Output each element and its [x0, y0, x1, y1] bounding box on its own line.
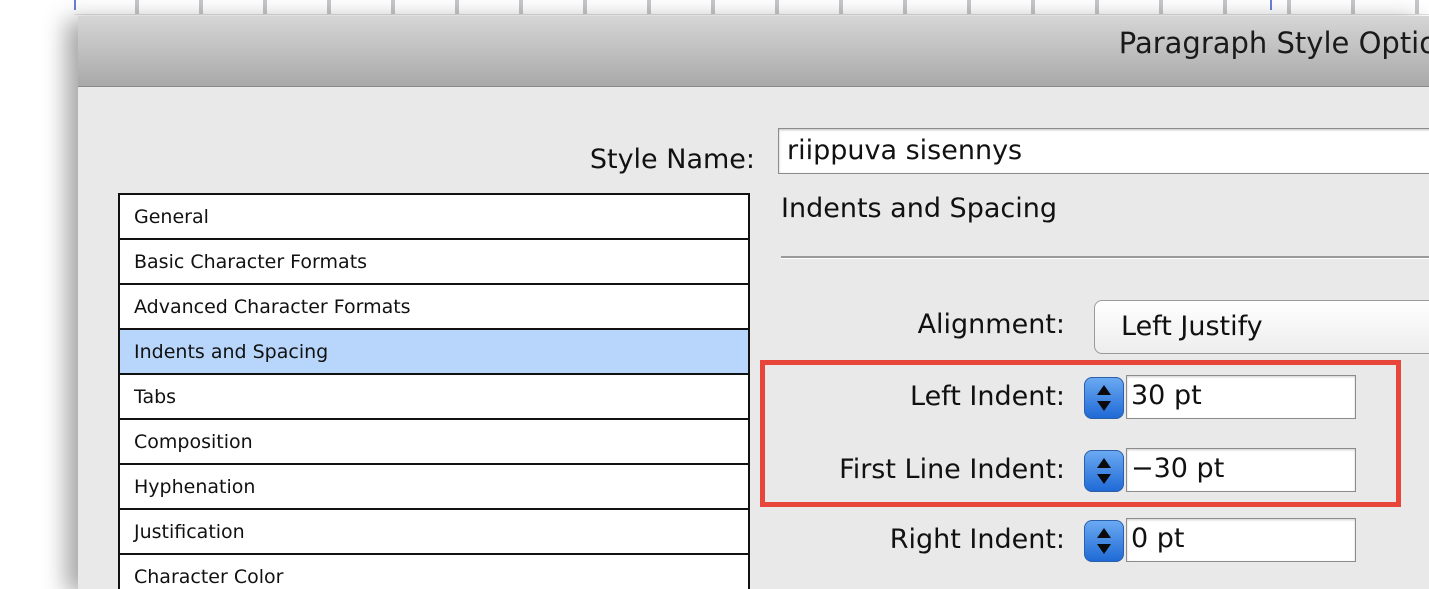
category-item-justification[interactable]: Justification — [120, 510, 748, 555]
section-heading: Indents and Spacing — [781, 193, 1057, 224]
style-name-input[interactable]: riippuva sisennys — [778, 128, 1429, 174]
category-item-character-color[interactable]: Character Color — [120, 555, 748, 589]
category-list: General Basic Character Formats Advanced… — [118, 193, 750, 589]
document-text-line — [75, 0, 1429, 15]
category-item-composition[interactable]: Composition — [120, 420, 748, 465]
category-item-general[interactable]: General — [120, 195, 748, 240]
category-item-indents-and-spacing[interactable]: Indents and Spacing — [120, 330, 748, 375]
right-indent-stepper[interactable] — [1084, 520, 1124, 562]
annotation-highlight-box — [760, 360, 1401, 507]
style-name-label: Style Name: — [589, 144, 755, 175]
margin-guide — [1270, 0, 1272, 10]
stepper-up-arrow-icon — [1097, 528, 1111, 538]
category-item-basic-character-formats[interactable]: Basic Character Formats — [120, 240, 748, 285]
dialog-titlebar[interactable]: Paragraph Style Optio — [78, 16, 1429, 87]
category-item-hyphenation[interactable]: Hyphenation — [120, 465, 748, 510]
category-item-tabs[interactable]: Tabs — [120, 375, 748, 420]
right-indent-label: Right Indent: — [889, 524, 1065, 555]
alignment-select[interactable]: Left Justify — [1094, 300, 1429, 354]
dialog-title: Paragraph Style Optio — [1118, 26, 1429, 60]
paragraph-style-options-dialog: Paragraph Style Optio Style Name: riippu… — [78, 16, 1429, 589]
stepper-down-arrow-icon — [1097, 544, 1111, 554]
margin-guide — [74, 0, 76, 10]
category-item-advanced-character-formats[interactable]: Advanced Character Formats — [120, 285, 748, 330]
alignment-label: Alignment: — [917, 309, 1065, 340]
section-divider — [781, 256, 1429, 259]
right-indent-input[interactable]: 0 pt — [1126, 518, 1356, 562]
